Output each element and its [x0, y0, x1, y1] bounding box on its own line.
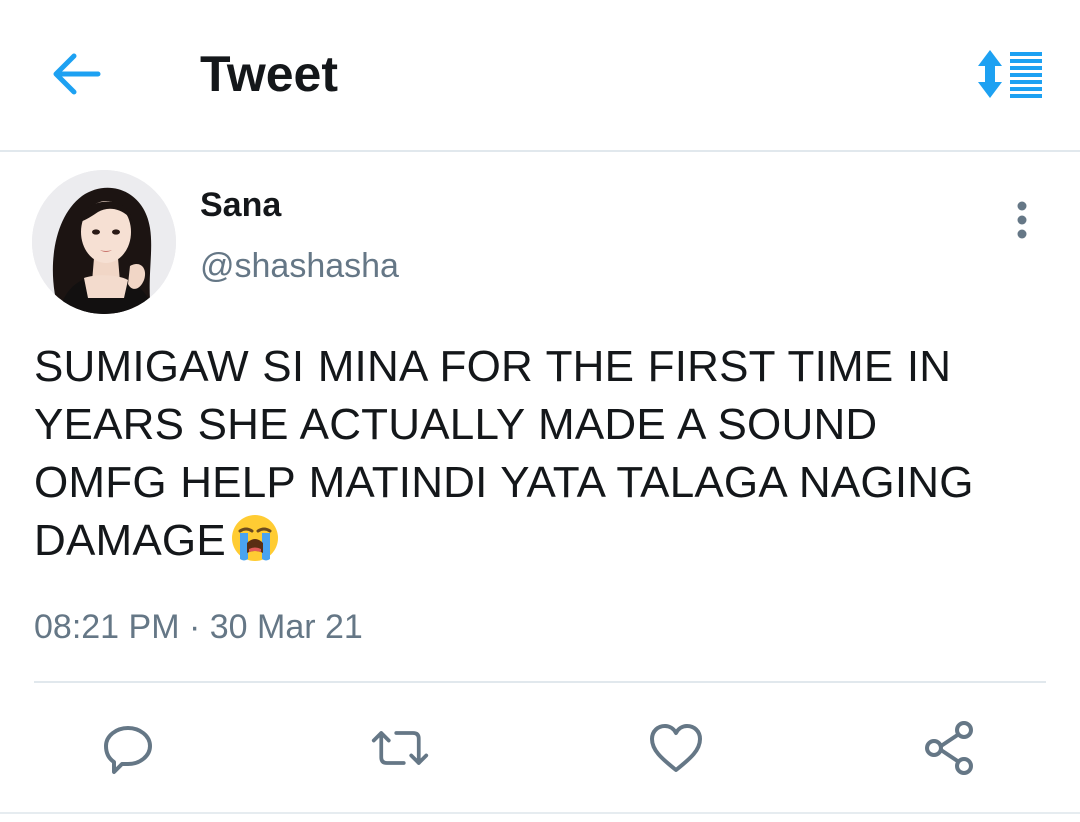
avatar[interactable]: [32, 170, 176, 314]
divider: [0, 812, 1080, 814]
tweet-text-line: SUMIGAW SI MINA FOR THE FIRST TIME IN: [34, 342, 952, 391]
reply-icon: [104, 726, 152, 774]
more-options-button[interactable]: [998, 196, 1046, 244]
loudly-crying-face-emoji: [230, 513, 280, 578]
back-button[interactable]: [44, 44, 108, 104]
share-icon: [925, 721, 973, 775]
tweet-actions-bar: [0, 708, 1080, 788]
more-vertical-icon: [1017, 201, 1027, 239]
top-app-bar: Tweet: [0, 0, 1080, 152]
author-handle[interactable]: @shashasha: [200, 245, 399, 287]
like-button[interactable]: [646, 718, 706, 778]
tweet-detail-screen: Tweet Sana @shashasha SUMIGAW SI MINA FO…: [0, 0, 1080, 822]
reply-button[interactable]: [98, 718, 158, 778]
heart-icon: [650, 724, 702, 772]
retweet-button[interactable]: [370, 718, 430, 778]
divider: [34, 681, 1046, 683]
sort-order-icon: [978, 50, 1042, 98]
tweet-text: SUMIGAW SI MINA FOR THE FIRST TIME IN YE…: [34, 338, 1054, 578]
tweet-text-line-last: DAMAGE: [34, 512, 1054, 578]
page-title: Tweet: [200, 46, 338, 102]
tweet-text-line: OMFG HELP MATINDI YATA TALAGA NAGING: [34, 458, 974, 507]
sort-order-button[interactable]: [974, 44, 1048, 104]
retweet-icon: [371, 731, 429, 765]
user-avatar-image: [32, 170, 176, 314]
share-button[interactable]: [920, 718, 980, 778]
tweet-text-line: DAMAGE: [34, 516, 226, 565]
author-display-name[interactable]: Sana: [200, 184, 281, 226]
tweet-text-line: YEARS SHE ACTUALLY MADE A SOUND: [34, 400, 878, 449]
tweet-timestamp: 08:21 PM · 30 Mar 21: [34, 608, 363, 646]
arrow-left-icon: [53, 53, 101, 95]
